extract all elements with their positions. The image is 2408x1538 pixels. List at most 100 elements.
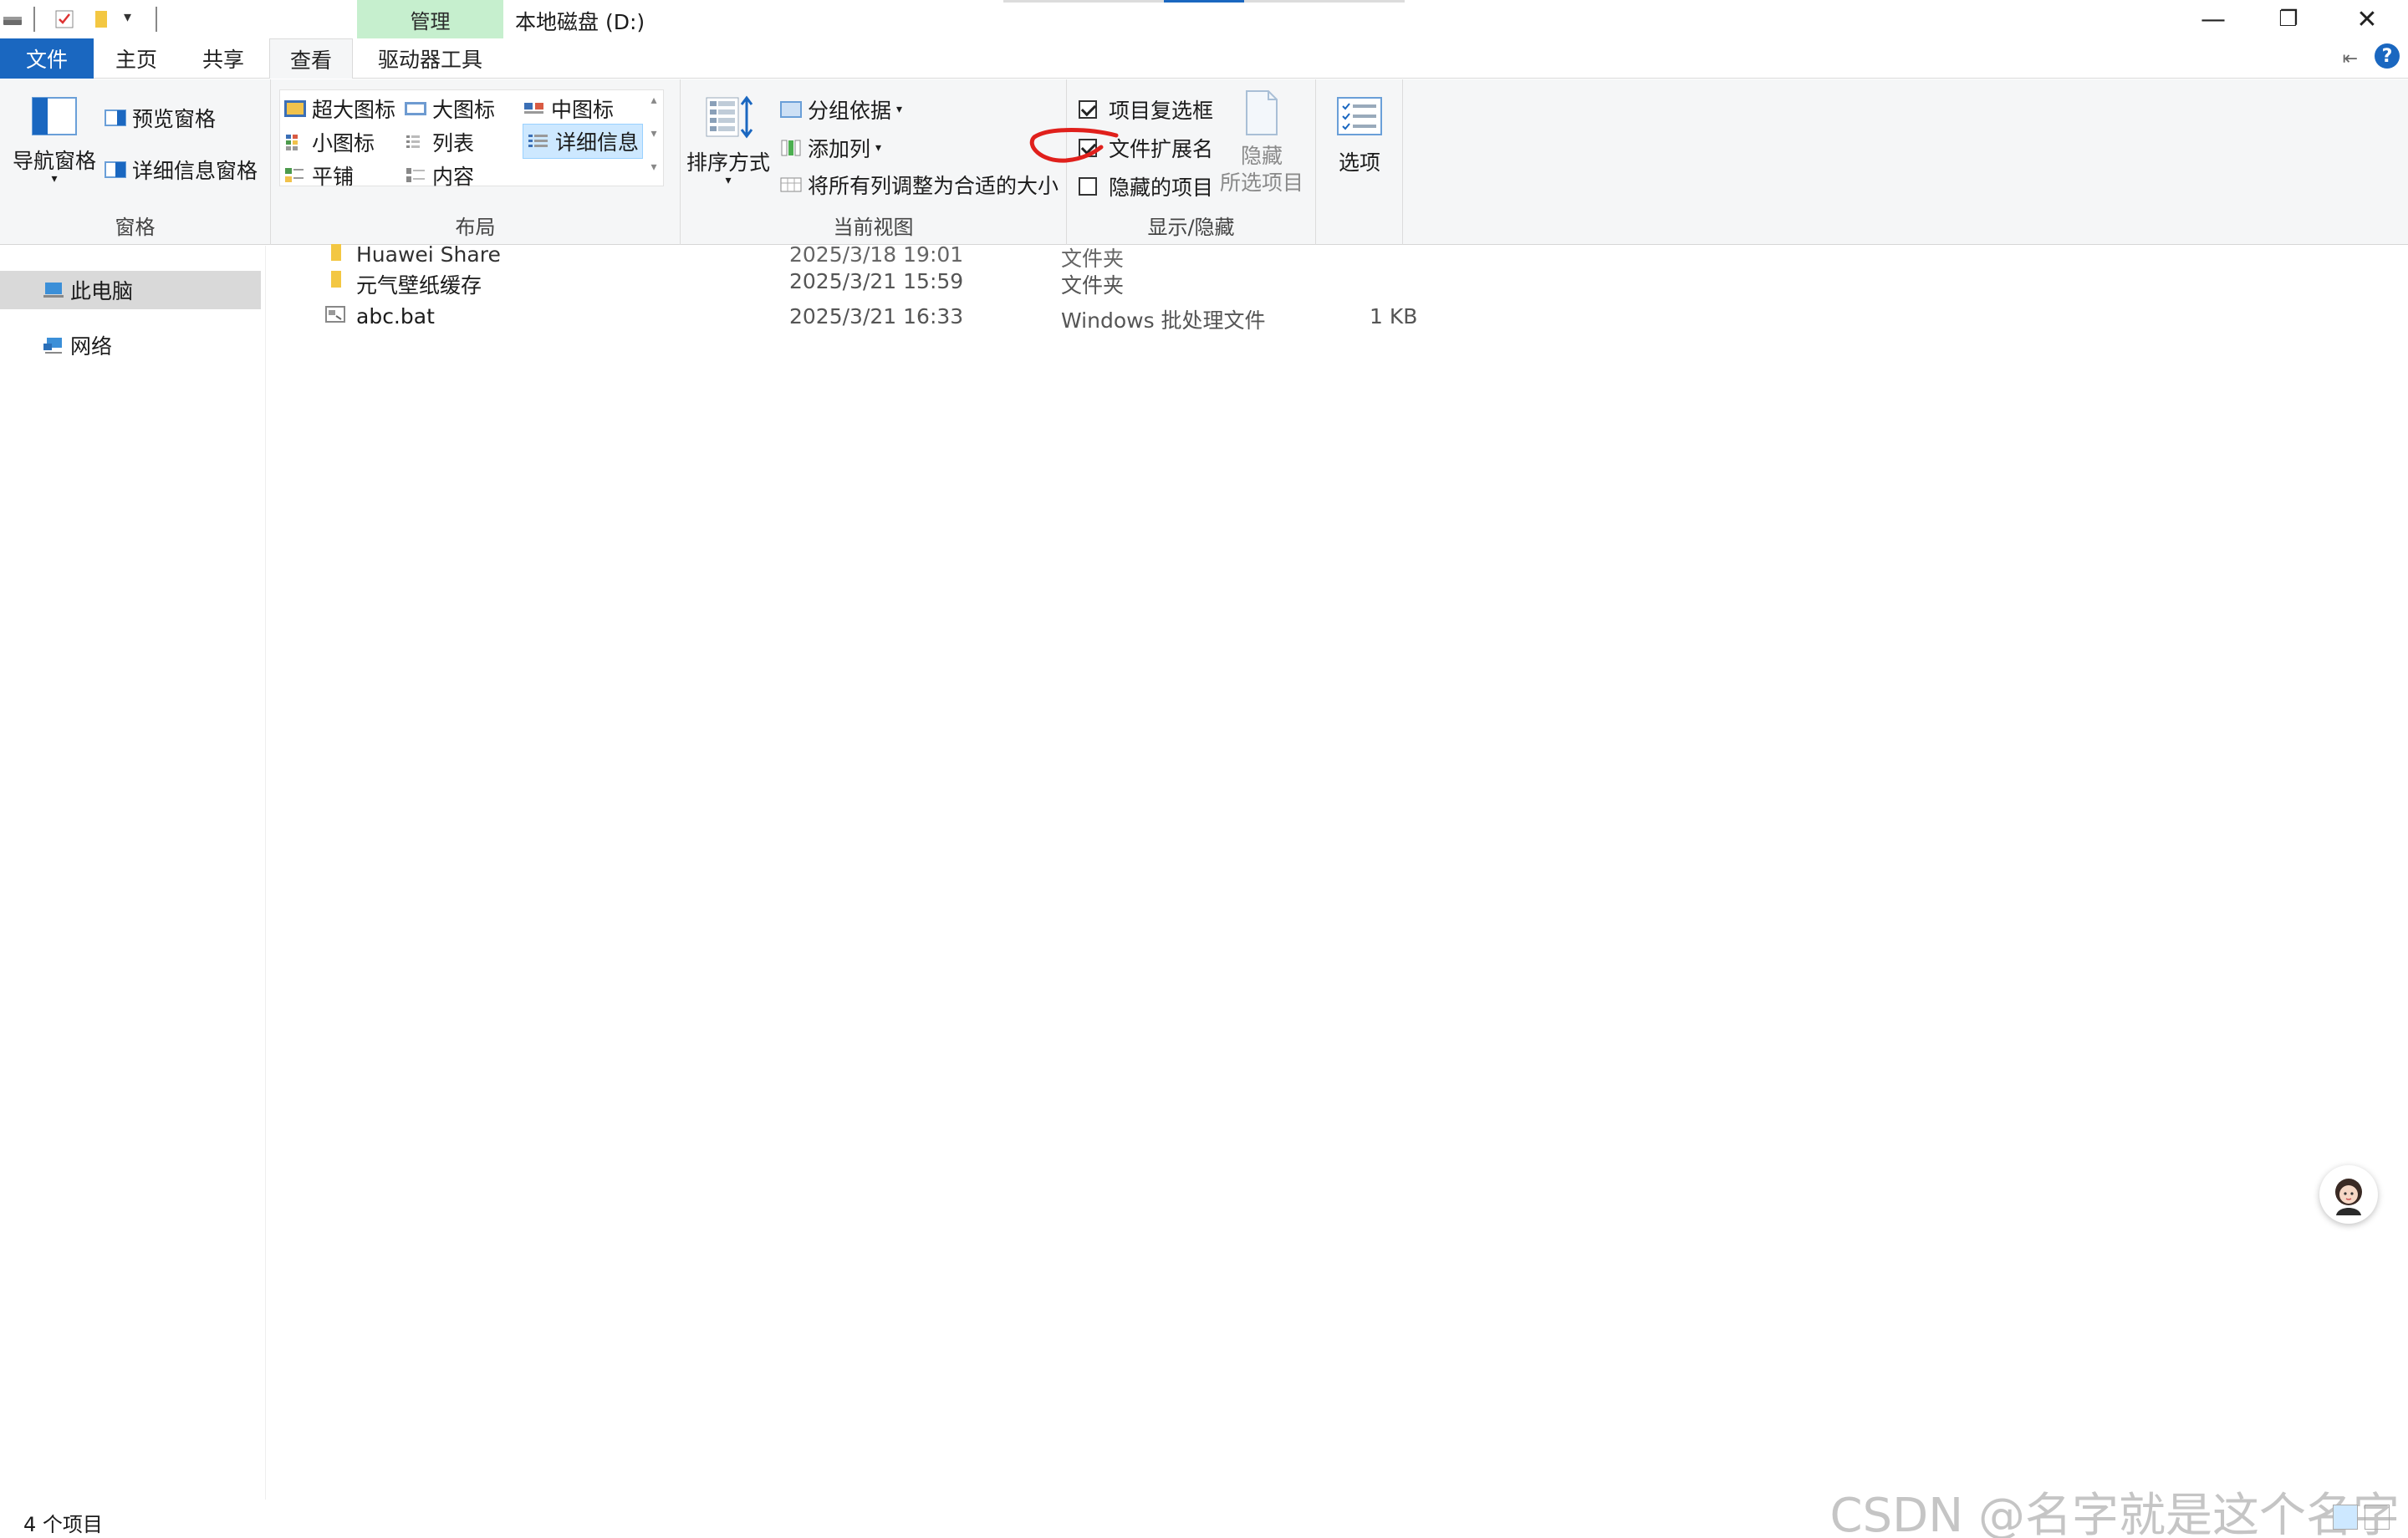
- properties-icon[interactable]: [54, 8, 75, 30]
- small-icons-option[interactable]: 小图标: [283, 127, 375, 157]
- list-icon: [406, 135, 420, 148]
- hide-selected-items-icon: [1246, 90, 1278, 135]
- drive-icon[interactable]: [2, 8, 23, 30]
- separator: [156, 7, 157, 32]
- item-checkboxes-label: 项目复选框: [1109, 99, 1214, 123]
- add-columns-button[interactable]: 添加列 ▾: [779, 133, 881, 163]
- small-icons-icon: [286, 135, 298, 150]
- csdn-watermark: CSDN @名字就是这个名字: [1829, 1489, 2400, 1538]
- separator: [33, 7, 35, 32]
- hidden-items-checkbox[interactable]: [1079, 177, 1097, 196]
- small-icons-label: 小图标: [312, 131, 375, 155]
- dropdown-arrow-icon: ▾: [725, 174, 732, 187]
- dropdown-arrow-icon: ▾: [896, 103, 903, 116]
- avatar-icon: [2335, 1179, 2362, 1215]
- tab-view[interactable]: 查看: [269, 38, 353, 79]
- close-button[interactable]: ✕: [2329, 0, 2405, 38]
- file-name: abc.bat: [356, 304, 435, 328]
- tab-drive-tools[interactable]: 驱动器工具: [357, 38, 503, 79]
- sort-by-icon: [706, 95, 753, 139]
- nav-network[interactable]: 网络: [0, 326, 261, 364]
- nav-this-pc-label: 此电脑: [70, 279, 134, 303]
- title-bar: ▾ 管理 本地磁盘 (D:) — ❐ ✕: [0, 0, 2408, 38]
- add-columns-label: 添加列: [808, 137, 871, 161]
- item-checkboxes-checkbox[interactable]: [1079, 100, 1097, 119]
- item-count: 4 个项目: [23, 1513, 103, 1536]
- list-label: 列表: [432, 131, 475, 155]
- tab-share[interactable]: 共享: [186, 38, 261, 79]
- file-type: 文件夹: [1061, 273, 1125, 298]
- gallery-expand-icon[interactable]: ▾: [646, 160, 661, 174]
- extra-large-icons-icon: [284, 100, 306, 117]
- network-icon: [43, 338, 62, 354]
- tab-file[interactable]: 文件: [0, 38, 94, 79]
- pin-ribbon-icon[interactable]: ⇤: [2343, 48, 2358, 69]
- large-icons-icon: [405, 102, 426, 115]
- hidden-items-toggle[interactable]: 隐藏的项目: [1079, 171, 1213, 201]
- file-date: 2025/3/21 15:59: [789, 269, 964, 293]
- options-button[interactable]: 选项: [1323, 96, 1396, 176]
- list-option[interactable]: 列表: [404, 127, 474, 157]
- dropdown-arrow-icon: ▾: [875, 141, 882, 155]
- layout-gallery: 超大图标 大图标 中图标 小图标 列表 详细信息 平铺 内容 ▴ ▾ ▾: [279, 89, 664, 189]
- size-all-columns-button[interactable]: 将所有列调整为合适的大小: [779, 170, 1059, 200]
- details-view-toggle[interactable]: [2333, 1505, 2358, 1530]
- group-by-label: 分组依据: [808, 99, 892, 123]
- details-pane-label: 详细信息窗格: [132, 159, 258, 183]
- options-group: 选项: [1316, 79, 1403, 245]
- manage-context-tab[interactable]: 管理: [357, 0, 503, 38]
- gallery-scroll-up-icon[interactable]: ▴: [646, 94, 661, 107]
- assistant-avatar[interactable]: [2319, 1165, 2378, 1224]
- customize-quick-access-icon[interactable]: ▾: [124, 8, 145, 30]
- content-icon: [406, 168, 425, 182]
- details-pane-button[interactable]: 详细信息窗格: [104, 155, 258, 185]
- gallery-scroll-down-icon[interactable]: ▾: [646, 127, 661, 140]
- file-type: Windows 批处理文件: [1061, 308, 1266, 333]
- tab-home[interactable]: 主页: [99, 38, 174, 79]
- navigation-pane-button[interactable]: 导航窗格 ▾: [8, 96, 100, 185]
- file-row[interactable]: abc.bat 2025/3/21 16:33 Windows 批处理文件 1 …: [266, 298, 1436, 333]
- folder-icon: [331, 271, 341, 288]
- hide-selected-items-button[interactable]: 隐藏 所选项目: [1216, 89, 1308, 196]
- options-label: 选项: [1338, 150, 1380, 175]
- tiles-label: 平铺: [312, 165, 355, 189]
- preview-pane-label: 预览窗格: [132, 107, 217, 131]
- red-annotation-mark: [1029, 128, 1119, 163]
- medium-icons-option[interactable]: 中图标: [523, 94, 614, 124]
- title-accent-blue: [1164, 0, 1244, 3]
- extra-large-icons-label: 超大图标: [312, 98, 396, 122]
- hide-selected-label-line2: 所选项目: [1219, 171, 1303, 195]
- details-pane-icon: [105, 161, 126, 178]
- current-view-group: 排序方式 ▾ 分组依据 ▾ 添加列 ▾ 将所有列调整为合适的大小 当前视图: [681, 79, 1067, 245]
- ribbon-tabs: 文件 主页 共享 查看 驱动器工具: [0, 38, 2408, 79]
- details-option[interactable]: 详细信息: [523, 124, 644, 159]
- file-name: 元气壁纸缓存: [356, 273, 482, 298]
- window-title: 本地磁盘 (D:): [515, 10, 645, 34]
- hide-selected-label-line1: 隐藏: [1240, 144, 1283, 168]
- restore-button[interactable]: ❐: [2251, 0, 2326, 38]
- content-option[interactable]: 内容: [404, 160, 474, 191]
- size-all-columns-label: 将所有列调整为合适的大小: [808, 174, 1059, 198]
- help-icon[interactable]: ?: [2375, 43, 2400, 69]
- new-folder-icon[interactable]: [90, 8, 112, 30]
- sort-by-button[interactable]: 排序方式 ▾: [686, 93, 771, 187]
- navigation-pane: 此电脑 网络: [0, 246, 266, 1500]
- status-bar: 4 个项目 CSDN @名字就是这个名字: [0, 1489, 2408, 1538]
- panes-group-label: 窗格: [115, 216, 156, 239]
- batch-file-icon: [325, 306, 345, 323]
- nav-this-pc[interactable]: 此电脑: [0, 271, 261, 309]
- large-icons-view-toggle[interactable]: [2365, 1505, 2390, 1530]
- item-checkboxes-toggle[interactable]: 项目复选框: [1079, 94, 1213, 125]
- minimize-button[interactable]: —: [2176, 0, 2251, 38]
- large-icons-option[interactable]: 大图标: [404, 94, 495, 124]
- group-by-button[interactable]: 分组依据 ▾: [779, 94, 902, 125]
- file-row[interactable]: 元气壁纸缓存 2025/3/21 15:59 文件夹: [266, 262, 1436, 298]
- nav-network-label: 网络: [70, 334, 113, 359]
- preview-pane-button[interactable]: 预览窗格: [104, 103, 216, 133]
- add-columns-icon: [781, 140, 801, 156]
- tiles-icon: [285, 168, 304, 182]
- file-list: Huawei Share 2025/3/18 19:01 文件夹 元气壁纸缓存 …: [266, 242, 2408, 1500]
- details-icon: [528, 135, 548, 147]
- tiles-option[interactable]: 平铺: [283, 160, 354, 191]
- extra-large-icons-option[interactable]: 超大图标: [283, 94, 395, 124]
